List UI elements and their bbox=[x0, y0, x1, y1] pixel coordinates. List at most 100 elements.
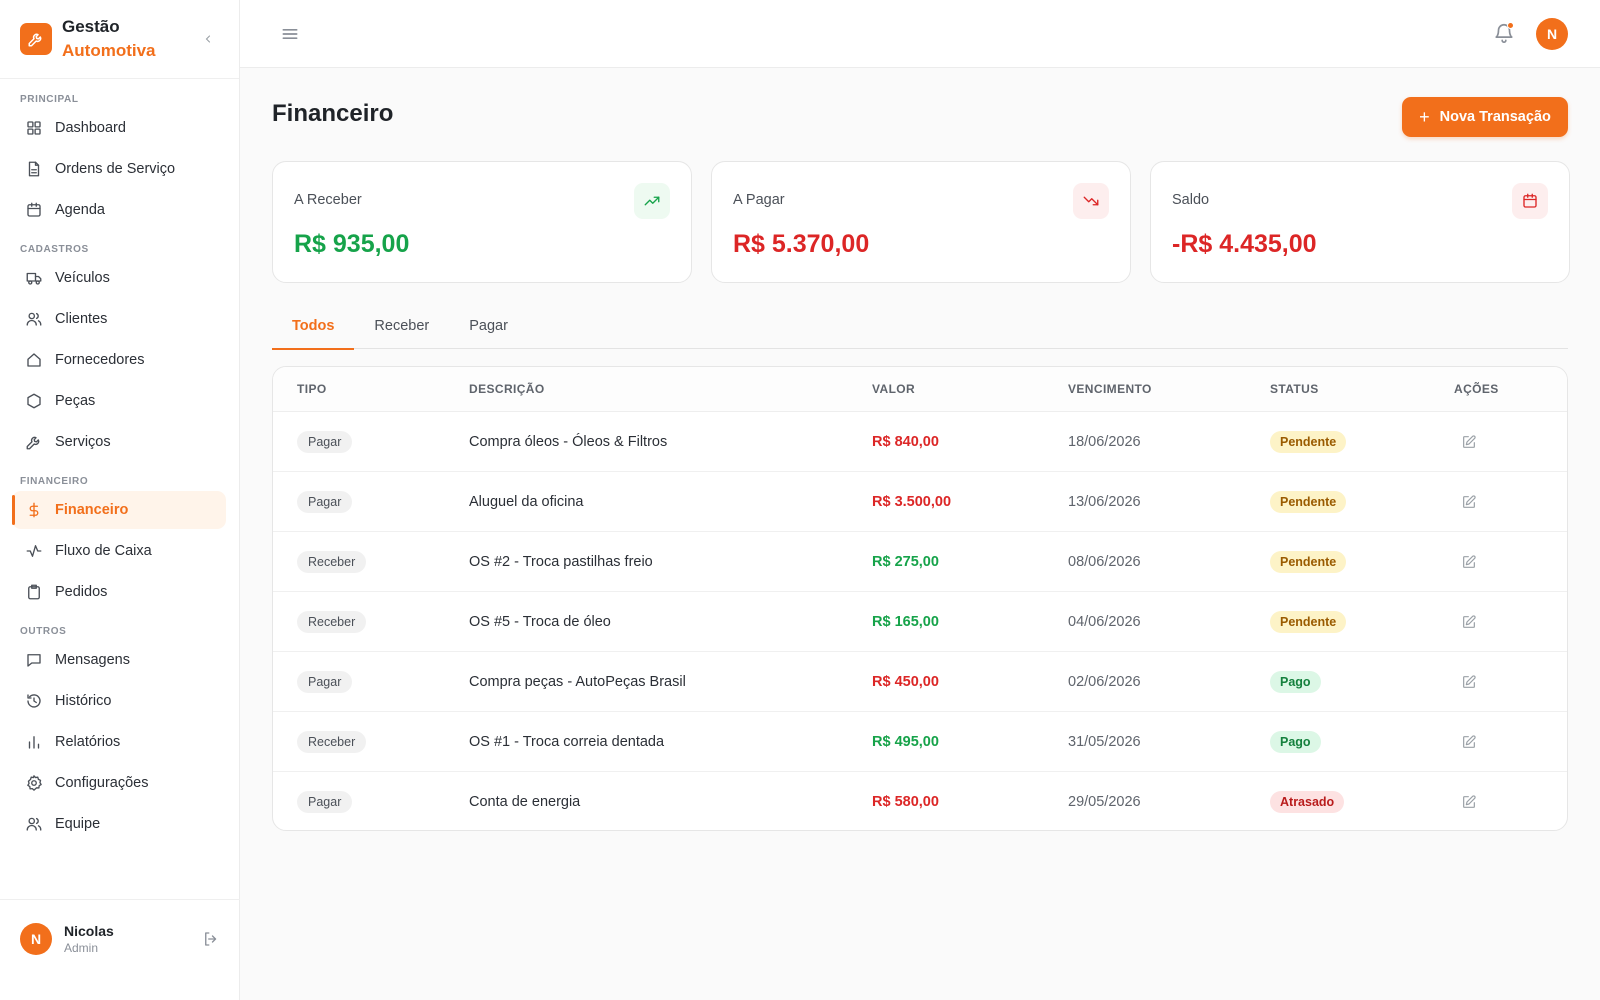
table-body: Pagar Compra óleos - Óleos & Filtros R$ 84… bbox=[273, 412, 1567, 830]
sidebar-item-mensagens[interactable]: Mensagens bbox=[12, 641, 226, 679]
calendar-icon bbox=[25, 201, 43, 219]
history-icon bbox=[25, 692, 43, 710]
truck-icon bbox=[25, 269, 43, 287]
description: Compra peças - AutoPeças Brasil bbox=[469, 674, 686, 690]
bar-chart-icon bbox=[25, 733, 43, 751]
due-date: 02/06/2026 bbox=[1068, 674, 1141, 690]
menu-icon[interactable] bbox=[280, 24, 300, 44]
amount: R$ 450,00 bbox=[872, 674, 939, 690]
table-row: Pagar Aluguel da oficina R$ 3.500,00 13/06/… bbox=[273, 472, 1567, 532]
section-label-financeiro: FINANCEIRO bbox=[20, 476, 89, 487]
edit-icon[interactable] bbox=[1459, 552, 1479, 572]
sidebar: Gestão Automotiva PRINCIPAL Dashboard Orde… bbox=[0, 0, 240, 1000]
sidebar-item-agenda[interactable]: Agenda bbox=[12, 191, 226, 229]
trending-up-icon bbox=[634, 183, 670, 219]
logout-icon[interactable] bbox=[202, 930, 220, 948]
sidebar-item-label: Histórico bbox=[55, 693, 112, 709]
header-tipo: TIPO bbox=[297, 382, 327, 396]
file-icon bbox=[25, 160, 43, 178]
sidebar-item-ordens-de-servico[interactable]: Ordens de Serviço bbox=[12, 150, 226, 188]
amount: R$ 495,00 bbox=[872, 734, 939, 750]
type-badge: Pagar bbox=[297, 431, 353, 453]
bell-icon[interactable] bbox=[1493, 22, 1515, 44]
user-profile[interactable]: N Nicolas Admin bbox=[0, 899, 240, 977]
tab-pagar[interactable]: Pagar bbox=[449, 306, 528, 349]
amount: R$ 165,00 bbox=[872, 614, 939, 630]
edit-icon[interactable] bbox=[1459, 672, 1479, 692]
due-date: 04/06/2026 bbox=[1068, 614, 1141, 630]
activity-icon bbox=[25, 542, 43, 560]
top-avatar[interactable]: N bbox=[1536, 18, 1568, 50]
sidebar-item-dashboard[interactable]: Dashboard bbox=[12, 109, 226, 147]
sidebar-item-equipe[interactable]: Equipe bbox=[12, 805, 226, 843]
sidebar-item-pedidos[interactable]: Pedidos bbox=[12, 573, 226, 611]
sidebar-nav: PRINCIPAL Dashboard Ordens de Serviço Agend… bbox=[0, 79, 239, 843]
table-row: Receber OS #5 - Troca de óleo R$ 165,00 04/… bbox=[273, 592, 1567, 652]
tab-receber[interactable]: Receber bbox=[354, 306, 449, 349]
new-transaction-button[interactable]: + Nova Transação bbox=[1402, 97, 1568, 137]
tab-todos[interactable]: Todos bbox=[272, 306, 355, 350]
header-acoes: AÇÕES bbox=[1454, 382, 1499, 396]
sidebar-item-label: Veículos bbox=[55, 270, 110, 286]
tabs: Todos Receber Pagar bbox=[272, 306, 1568, 350]
card-label: Saldo bbox=[1172, 192, 1210, 208]
due-date: 13/06/2026 bbox=[1068, 494, 1141, 510]
due-date: 29/05/2026 bbox=[1068, 794, 1141, 810]
description: OS #2 - Troca pastilhas freio bbox=[469, 554, 653, 570]
users-icon bbox=[25, 310, 43, 328]
sidebar-item-fluxo-de-caixa[interactable]: Fluxo de Caixa bbox=[12, 532, 226, 570]
sidebar-item-label: Fluxo de Caixa bbox=[55, 543, 152, 559]
sidebar-item-relatorios[interactable]: Relatórios bbox=[12, 723, 226, 761]
notification-dot bbox=[1507, 22, 1514, 29]
brand-subname: Automotiva bbox=[62, 41, 156, 60]
sidebar-item-label: Mensagens bbox=[55, 652, 130, 668]
type-badge: Receber bbox=[297, 731, 367, 753]
edit-icon[interactable] bbox=[1459, 732, 1479, 752]
sidebar-item-fornecedores[interactable]: Fornecedores bbox=[12, 341, 226, 379]
message-icon bbox=[25, 651, 43, 669]
summary-card-saldo: Saldo -R$ 4.435,00 bbox=[1150, 161, 1570, 283]
brand-name: Gestão bbox=[62, 17, 120, 36]
header-status: STATUS bbox=[1270, 382, 1319, 396]
new-transaction-label: Nova Transação bbox=[1439, 109, 1551, 125]
edit-icon[interactable] bbox=[1459, 792, 1479, 812]
section-label-outros: OUTROS bbox=[20, 626, 67, 637]
card-value: R$ 935,00 bbox=[294, 230, 410, 258]
edit-icon[interactable] bbox=[1459, 432, 1479, 452]
user-role: Admin bbox=[64, 940, 99, 955]
sidebar-item-veiculos[interactable]: Veículos bbox=[12, 259, 226, 297]
type-badge: Pagar bbox=[297, 671, 353, 693]
user-name: Nicolas bbox=[64, 922, 114, 939]
card-label: A Receber bbox=[294, 192, 362, 208]
sidebar-item-pecas[interactable]: Peças bbox=[12, 382, 226, 420]
sidebar-item-label: Equipe bbox=[55, 816, 101, 832]
sidebar-item-label: Agenda bbox=[55, 202, 105, 218]
sidebar-item-clientes[interactable]: Clientes bbox=[12, 300, 226, 338]
calendar-icon bbox=[1512, 183, 1548, 219]
sidebar-item-servicos[interactable]: Serviços bbox=[12, 423, 226, 461]
trending-down-icon bbox=[1073, 183, 1109, 219]
avatar: N bbox=[20, 922, 52, 955]
sidebar-item-configuracoes[interactable]: Configurações bbox=[12, 764, 226, 802]
status-badge: Pendente bbox=[1270, 431, 1347, 453]
edit-icon[interactable] bbox=[1459, 492, 1479, 512]
card-value: -R$ 4.435,00 bbox=[1172, 230, 1317, 258]
plus-icon: + bbox=[1419, 106, 1430, 127]
sidebar-item-financeiro[interactable]: Financeiro bbox=[12, 491, 226, 529]
section-label-cadastros: CADASTROS bbox=[20, 244, 89, 255]
sidebar-item-historico[interactable]: Histórico bbox=[12, 682, 226, 720]
card-value: R$ 5.370,00 bbox=[733, 230, 870, 258]
header-vencimento: VENCIMENTO bbox=[1068, 382, 1152, 396]
amount: R$ 3.500,00 bbox=[872, 494, 952, 510]
status-badge: Pendente bbox=[1270, 611, 1347, 633]
gear-icon bbox=[25, 774, 43, 792]
type-badge: Receber bbox=[297, 551, 367, 573]
sidebar-item-label: Configurações bbox=[55, 775, 149, 791]
wrench-icon bbox=[20, 23, 52, 55]
sidebar-item-label: Serviços bbox=[55, 434, 111, 450]
clipboard-icon bbox=[25, 583, 43, 601]
edit-icon[interactable] bbox=[1459, 612, 1479, 632]
table-row: Receber OS #1 - Troca correia dentada R$ 4… bbox=[273, 712, 1567, 772]
chevron-left-icon[interactable] bbox=[199, 30, 217, 48]
due-date: 31/05/2026 bbox=[1068, 734, 1141, 750]
